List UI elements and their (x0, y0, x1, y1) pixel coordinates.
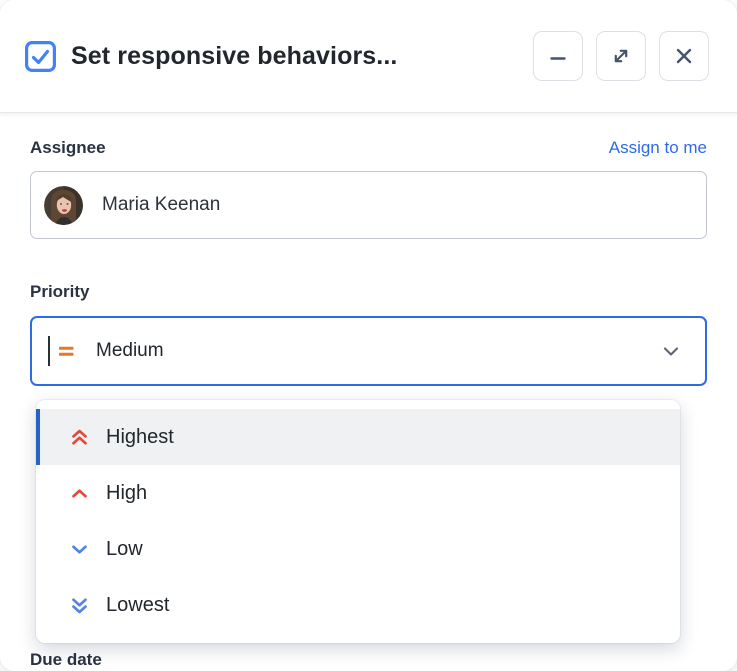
dialog-title-group: Set responsive behaviors... (24, 40, 397, 73)
close-icon (673, 45, 695, 67)
window-controls (533, 31, 709, 81)
priority-option-low[interactable]: Low (36, 521, 680, 577)
chevron-down-icon (659, 339, 683, 363)
priority-dropdown-menu: Highest High Low Lowest (36, 400, 680, 643)
assignee-field[interactable]: Maria Keenan (30, 171, 707, 239)
option-label: Low (106, 537, 143, 560)
expand-button[interactable] (596, 31, 646, 81)
priority-option-highest[interactable]: Highest (36, 409, 680, 465)
priority-lowest-icon (68, 594, 91, 617)
assignee-value: Maria Keenan (102, 194, 221, 215)
option-label: High (106, 481, 148, 504)
task-checkbox-icon (24, 40, 57, 73)
dialog-title: Set responsive behaviors... (71, 41, 398, 70)
assignee-label-row: Assignee Assign to me (30, 138, 707, 158)
priority-option-lowest[interactable]: Lowest (36, 577, 680, 633)
dialog-header: Set responsive behaviors... (0, 0, 737, 113)
option-label: Highest (106, 425, 174, 448)
priority-medium-icon (55, 340, 77, 362)
dialog-body: Assignee Assign to me Maria Keenan Prior… (0, 138, 737, 670)
priority-select[interactable]: Medium (30, 316, 707, 386)
assign-to-me-link[interactable]: Assign to me (609, 138, 707, 158)
priority-option-high[interactable]: High (36, 465, 680, 521)
option-label: Lowest (106, 593, 170, 616)
minimize-button[interactable] (533, 31, 583, 81)
close-button[interactable] (659, 31, 709, 81)
maria-keenan-avatar (44, 185, 83, 225)
minimize-icon (547, 45, 569, 67)
priority-label: Priority (30, 282, 90, 301)
priority-high-icon (68, 482, 91, 505)
priority-low-icon (68, 538, 91, 561)
assignee-label: Assignee (30, 138, 106, 157)
text-cursor (48, 336, 50, 366)
priority-selected-value: Medium (96, 340, 164, 361)
expand-icon (610, 45, 632, 67)
priority-highest-icon (68, 426, 91, 449)
issue-dialog: Set responsive behaviors... Assignee Ass… (0, 0, 737, 671)
due-date-label: Due date (30, 650, 102, 669)
